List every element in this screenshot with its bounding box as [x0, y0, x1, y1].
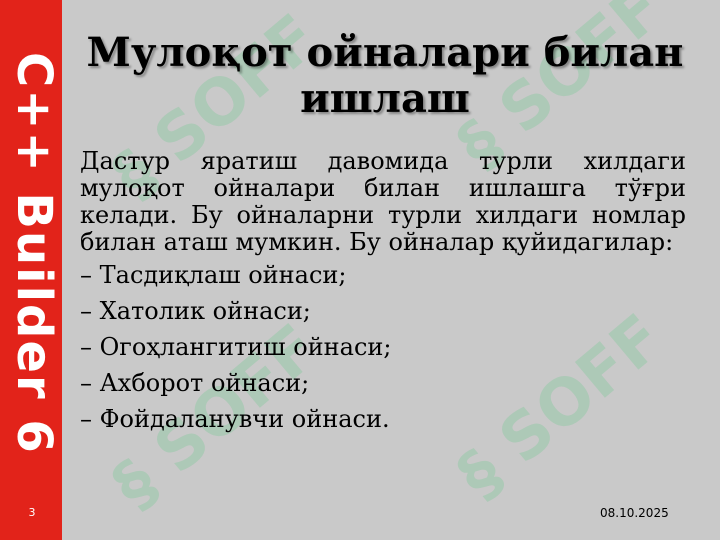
dialog-types-list: – Тасдиқлаш ойнаси; – Хатолик ойнаси; – …: [80, 262, 686, 433]
list-item: – Ахборот ойнаси;: [80, 369, 310, 397]
slide-content: Дастур яратиш давомида турли хилдаги мул…: [80, 148, 686, 442]
list-item: – Хатолик ойнаси;: [80, 297, 311, 325]
list-item: – Фойдаланувчи ойнаси.: [80, 405, 390, 433]
slide-number: 3: [28, 506, 36, 519]
slide-title: Мулоқот ойналари билан ишлаш: [86, 29, 684, 122]
intro-paragraph: Дастур яратиш давомида турли хилдаги мул…: [80, 147, 686, 256]
sidebar-strip: C++ Builder 6 3: [0, 0, 62, 540]
slide-date: 08.10.2025: [600, 506, 669, 520]
list-item: – Тасдиқлаш ойнаси;: [80, 261, 347, 289]
sidebar-brand-text: C++ Builder 6: [6, 52, 62, 455]
list-item: – Огоҳлангитиш ойнаси;: [80, 333, 392, 361]
